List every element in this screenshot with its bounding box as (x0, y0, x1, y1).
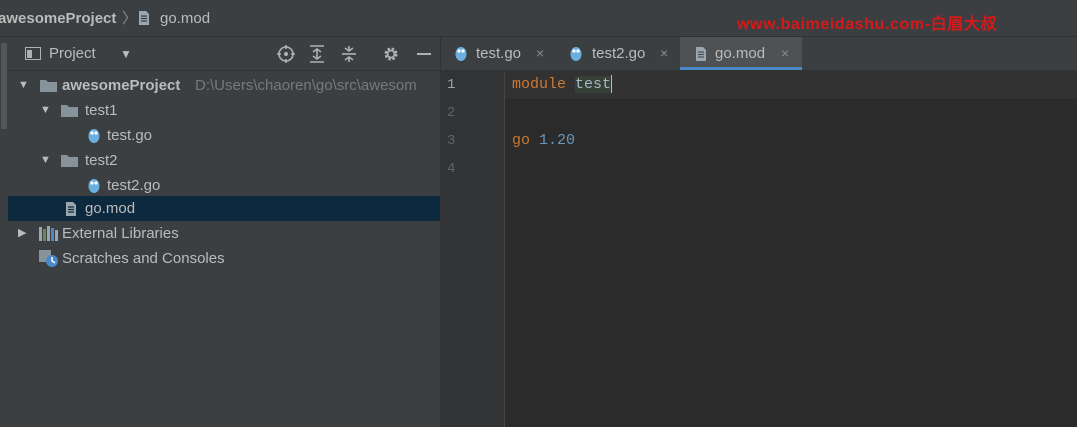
active-tab-indicator (680, 67, 802, 70)
text-caret (611, 75, 613, 94)
editor-tab-bar: test.go × test2.go × go.mod × (441, 37, 1077, 71)
chevron-down-icon[interactable]: ▼ (120, 45, 132, 63)
code-line-1: module test (512, 71, 613, 99)
code-editor[interactable]: module test go 1.20 (505, 71, 1077, 427)
go-file-icon (88, 179, 100, 193)
folder-name: test2 (85, 152, 118, 169)
go-keyword: go (512, 132, 531, 149)
file-name: go.mod (85, 200, 136, 217)
project-tool-window-button[interactable] (1, 43, 7, 129)
tree-row-external-libraries[interactable]: ▶ External Libraries (8, 221, 440, 246)
close-icon[interactable]: × (536, 37, 544, 70)
breadcrumb-project[interactable]: awesomeProject (0, 0, 116, 37)
hide-panel-icon[interactable] (414, 44, 434, 64)
close-icon[interactable]: × (781, 37, 789, 70)
line-number: 2 (447, 105, 456, 121)
line-number-gutter: 1 2 3 4 (441, 71, 505, 427)
go-file-icon (455, 47, 467, 61)
go-file-icon (570, 47, 582, 61)
code-line-3: go 1.20 (512, 127, 575, 155)
project-view-selector[interactable]: Project (49, 37, 96, 71)
breadcrumb-separator: 〉 (122, 10, 138, 27)
project-panel: Project ▼ ▼ awesomeProject D:\Users\chao… (8, 37, 441, 427)
external-libraries-label: External Libraries (62, 225, 179, 242)
tab-label: test2.go (592, 45, 646, 62)
folder-icon (40, 80, 57, 92)
tree-row-folder[interactable]: ▼ test1 (8, 98, 440, 123)
tab-label: test.go (476, 45, 522, 62)
file-name: test.go (107, 127, 153, 144)
line-number: 4 (447, 161, 456, 177)
tab-test2-go[interactable]: test2.go × (555, 37, 680, 70)
watermark: www.baimeidashu.com-白眉大叔 (737, 16, 998, 33)
tree-row-file[interactable]: test2.go (8, 173, 440, 198)
tree-row-file[interactable]: test.go (8, 123, 440, 148)
close-icon[interactable]: × (660, 37, 668, 70)
folder-icon (61, 155, 78, 167)
collapse-all-icon[interactable] (339, 44, 359, 64)
module-keyword: module (512, 76, 567, 93)
line-number: 1 (447, 77, 456, 93)
project-view-icon (25, 47, 41, 60)
tree-row-scratches[interactable]: Scratches and Consoles (8, 246, 440, 271)
navigation-bar: awesomeProject 〉 go.mod www.baimeidashu.… (0, 0, 1077, 37)
project-panel-header: Project ▼ (8, 37, 441, 71)
go-version: 1.20 (539, 132, 576, 149)
module-name: test (575, 76, 612, 93)
tab-test-go[interactable]: test.go × (441, 37, 555, 70)
scratches-icon (39, 250, 58, 267)
chevron-down-icon[interactable]: ▼ (40, 98, 51, 123)
folder-name: test1 (85, 102, 118, 119)
root-project-name: awesomeProject (62, 77, 181, 94)
mod-file-icon (696, 47, 706, 61)
mod-file-icon (139, 11, 149, 25)
tree-row-folder[interactable]: ▼ test2 (8, 148, 440, 173)
gear-icon[interactable] (381, 44, 401, 64)
go-file-icon (88, 129, 100, 143)
locate-icon[interactable] (276, 44, 296, 64)
breadcrumb-file[interactable]: go.mod (160, 0, 210, 37)
scratches-label: Scratches and Consoles (62, 250, 225, 267)
chevron-down-icon[interactable]: ▼ (18, 73, 29, 98)
root-project-path: D:\Users\chaoren\go\src\awesom (195, 77, 417, 94)
tree-row-file-selected[interactable]: go.mod (8, 196, 440, 221)
file-name: test2.go (107, 177, 161, 194)
chevron-right-icon[interactable]: ▶ (18, 221, 26, 246)
folder-icon (61, 105, 78, 117)
mod-file-icon (66, 202, 76, 216)
tree-row-root[interactable]: ▼ awesomeProject D:\Users\chaoren\go\src… (8, 73, 440, 98)
line-number: 3 (447, 133, 456, 149)
expand-all-icon[interactable] (307, 44, 327, 64)
tab-go-mod[interactable]: go.mod × (680, 37, 802, 70)
library-icon (39, 226, 58, 241)
chevron-down-icon[interactable]: ▼ (40, 148, 51, 173)
tab-label: go.mod (715, 45, 766, 62)
